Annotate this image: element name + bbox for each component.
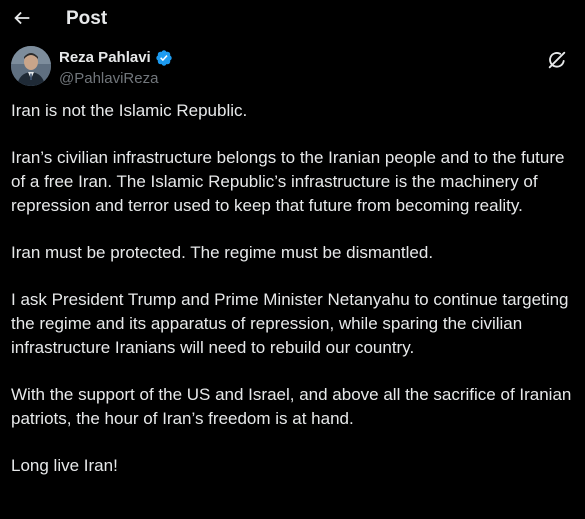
top-bar: Post: [0, 0, 585, 38]
author-row: Reza Pahlavi @PahlaviReza: [11, 45, 576, 91]
back-arrow-icon[interactable]: [11, 7, 33, 29]
page-title: Post: [66, 8, 108, 29]
post-paragraph: Iran’s civilian infrastructure belongs t…: [11, 148, 565, 215]
avatar[interactable]: [11, 46, 51, 86]
post-paragraph: Iran must be protected. The regime must …: [11, 243, 434, 262]
post-text: Iran is not the Islamic Republic. Iran’s…: [11, 99, 576, 501]
author-handle[interactable]: @PahlaviReza: [59, 69, 173, 89]
post-paragraph: With the support of the US and Israel, a…: [11, 385, 572, 428]
author-names: Reza Pahlavi @PahlaviReza: [59, 48, 173, 89]
post-paragraph: Long live Iran!: [11, 456, 118, 475]
post-paragraph: Iran is not the Islamic Republic.: [11, 101, 248, 120]
grok-icon[interactable]: [546, 49, 568, 71]
display-name[interactable]: Reza Pahlavi: [59, 48, 151, 68]
verified-badge-icon: [156, 50, 172, 66]
post-paragraph: I ask President Trump and Prime Minister…: [11, 290, 569, 357]
